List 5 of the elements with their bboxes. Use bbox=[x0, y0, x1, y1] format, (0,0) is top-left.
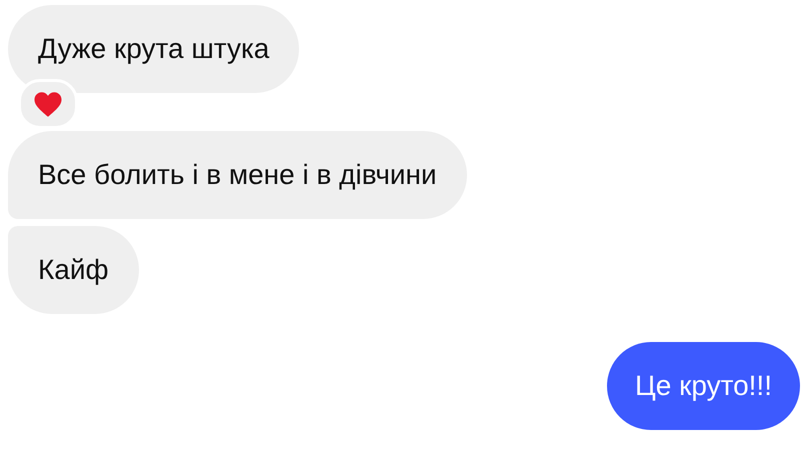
message-bubble: Кайф bbox=[8, 226, 139, 314]
heart-icon bbox=[33, 90, 63, 118]
message-bubble: Все болить і в мене і в дівчини bbox=[8, 131, 467, 219]
message-bubble: Це круто!!! bbox=[607, 342, 800, 430]
message-bubble: Дуже крута штука bbox=[8, 5, 300, 93]
